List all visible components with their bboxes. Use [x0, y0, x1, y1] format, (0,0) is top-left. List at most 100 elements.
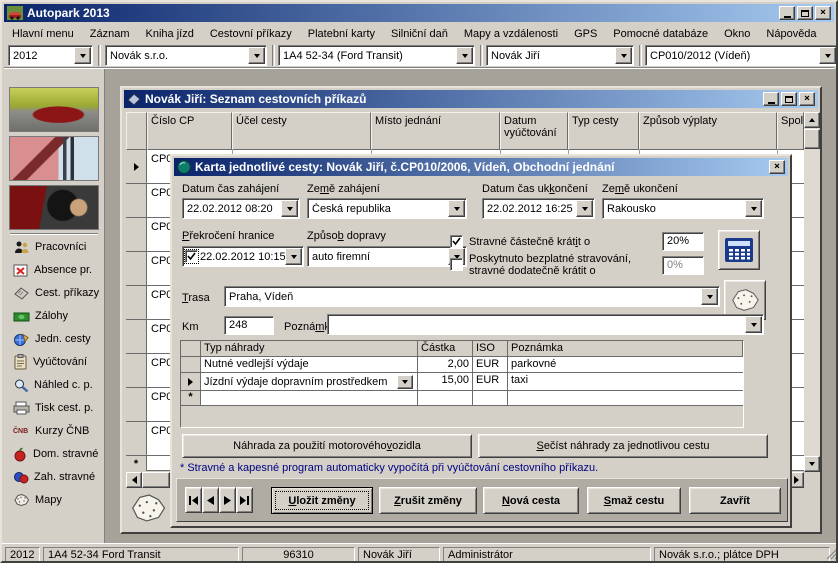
comp-header-poznamka[interactable]: Poznámka [508, 341, 743, 357]
resize-grip[interactable] [826, 548, 838, 563]
sidebar-item-cest-prikazy[interactable]: Cest. příkazy [13, 283, 99, 303]
sidebar-item-pracovnici[interactable]: Pracovníci [13, 237, 86, 257]
dialog-close-button[interactable]: × [769, 160, 785, 174]
sidebar-item-nahled[interactable]: Náhled c. p. [13, 375, 93, 395]
comp-header-castka[interactable]: Částka [418, 341, 473, 357]
minimize-button[interactable] [779, 6, 795, 20]
menu-item-zaznam[interactable]: Záznam [82, 26, 138, 42]
list-close-button[interactable]: × [799, 92, 815, 106]
menu-item-pomocne-databaze[interactable]: Pomocné databáze [605, 26, 716, 42]
free-meal-checkbox[interactable] [450, 258, 463, 271]
comp-header-typ[interactable]: Typ náhrady [201, 341, 418, 357]
menu-item-napoveda[interactable]: Nápověda [758, 26, 824, 42]
column-header-misto-jednani[interactable]: Místo jednání [371, 112, 500, 150]
menu-item-cestovni-prikazy[interactable]: Cestovní příkazy [202, 26, 300, 42]
start-datetime-combo[interactable]: 22.02.2012 08:20 [182, 198, 300, 219]
dropdown-arrow-icon[interactable] [745, 316, 762, 333]
menu-item-okno[interactable]: Okno [716, 26, 758, 42]
nav-next-button[interactable] [219, 487, 236, 513]
year-combo[interactable]: 2012 [8, 45, 93, 66]
trip-combo[interactable]: CP010/2012 (Vídeň) [645, 45, 838, 66]
dropdown-arrow-icon[interactable] [397, 375, 413, 389]
column-header-typ-cesty[interactable]: Typ cesty [568, 112, 639, 150]
border-crossing-checkbox[interactable] [185, 250, 198, 263]
new-trip-button[interactable]: Nová cesta [483, 487, 579, 514]
company-combo[interactable]: Novák s.r.o. [105, 45, 267, 66]
scroll-left-icon[interactable] [126, 472, 142, 488]
transport-combo[interactable]: auto firemní [307, 246, 467, 267]
comp-row[interactable]: Nutné vedlejší výdaje 2,00 EUR parkovné [181, 357, 743, 373]
sum-compensation-button[interactable]: Sečíst náhrady za jednotlivou cestu [478, 434, 768, 458]
cancel-changes-button[interactable]: Zrušit změny [379, 487, 477, 514]
save-changes-button[interactable]: Uložit změny [271, 487, 373, 514]
free-meal-percent-field[interactable]: 0% [662, 256, 704, 275]
calculator-button[interactable] [718, 230, 760, 270]
scroll-down-icon[interactable] [804, 456, 820, 472]
dropdown-arrow-icon[interactable] [74, 47, 91, 64]
menu-item-silnicni-dan[interactable]: Silniční daň [383, 26, 456, 42]
comp-header-iso[interactable]: ISO [473, 341, 508, 357]
dropdown-arrow-icon[interactable] [615, 47, 632, 64]
dropdown-arrow-icon[interactable] [285, 248, 302, 265]
list-vertical-scrollbar[interactable] [804, 112, 820, 472]
vehicle-combo[interactable]: 1A4 52-34 (Ford Transit) [278, 45, 475, 66]
column-header-zpusob-vyplaty[interactable]: Způsob výplaty [639, 112, 777, 150]
menu-item-gps[interactable]: GPS [566, 26, 605, 42]
vehicle-compensation-button[interactable]: Náhrada za použití motorového vozidla [182, 434, 472, 458]
menu-item-mapy-a-vzdalenosti[interactable]: Mapy a vzdálenosti [456, 26, 566, 42]
dropdown-arrow-icon[interactable] [576, 200, 593, 217]
close-button[interactable]: × [815, 6, 831, 20]
menu-item-platebni-karty[interactable]: Platební karty [300, 26, 383, 42]
dropdown-arrow-icon[interactable] [456, 47, 473, 64]
column-header-ucel-cesty[interactable]: Účel cesty [232, 112, 371, 150]
nav-prev-button[interactable] [202, 487, 219, 513]
meal-reduce-checkbox[interactable] [450, 235, 463, 248]
dropdown-arrow-icon[interactable] [745, 200, 762, 217]
end-country-combo[interactable]: Rakousko [602, 198, 764, 219]
delete-trip-button[interactable]: Smaž cestu [587, 487, 681, 514]
dropdown-arrow-icon[interactable] [281, 200, 298, 217]
scrollbar-thumb[interactable] [142, 472, 170, 488]
route-combo[interactable]: Praha, Vídeň [224, 286, 720, 307]
column-header-spolucestujici[interactable]: Spoluc [777, 112, 804, 150]
maximize-button[interactable] [797, 6, 813, 20]
note-combo[interactable] [327, 314, 764, 335]
end-datetime-combo[interactable]: 22.02.2012 16:25 [482, 198, 595, 219]
nav-first-button[interactable] [185, 487, 202, 513]
person-combo[interactable]: Novák Jiří [486, 45, 634, 66]
column-header-cislo-cp[interactable]: Číslo CP [147, 112, 232, 150]
main-titlebar[interactable]: Autopark 2013 × [4, 4, 834, 22]
sidebar-item-dom-stravne[interactable]: Dom. stravné [13, 444, 98, 464]
border-crossing-combo[interactable]: 22.02.2012 10:15 [182, 246, 304, 267]
sidebar-item-zah-stravne[interactable]: Zah. stravné [13, 467, 95, 487]
menu-item-hlavni-menu[interactable]: Hlavní menu [4, 26, 82, 42]
sidebar-item-tisk[interactable]: Tisk cest. p. [13, 398, 93, 418]
list-maximize-button[interactable] [781, 92, 797, 106]
cnb-icon: ČNB [13, 428, 30, 435]
list-window-titlebar[interactable]: Novák Jiří: Seznam cestovních příkazů × [124, 90, 818, 108]
list-minimize-button[interactable] [763, 92, 779, 106]
comp-row-current[interactable]: Jízdní výdaje dopravním prostředkem 15,0… [181, 373, 743, 391]
sidebar-item-jedn-cesty[interactable]: Jedn. cesty [13, 329, 91, 349]
sidebar-item-zalohy[interactable]: Zálohy [13, 306, 68, 326]
scroll-up-icon[interactable] [804, 112, 820, 128]
nav-last-button[interactable] [236, 487, 253, 513]
sidebar-item-mapy[interactable]: Mapy [13, 490, 62, 510]
scrollbar-thumb[interactable] [804, 129, 820, 149]
dropdown-arrow-icon[interactable] [448, 200, 465, 217]
dropdown-arrow-icon[interactable] [819, 47, 836, 64]
sidebar-item-kurzy-cnb[interactable]: ČNB Kurzy ČNB [13, 421, 89, 441]
dropdown-arrow-icon[interactable] [248, 47, 265, 64]
menu-item-kniha-jizd[interactable]: Kniha jízd [138, 26, 202, 42]
route-label: Trasa [182, 292, 210, 304]
sidebar-item-absence[interactable]: Absence pr. [13, 260, 92, 280]
column-header-datum-vyuctovani[interactable]: Datum vyúčtování [500, 112, 568, 150]
comp-new-row[interactable]: * [181, 391, 743, 406]
km-field[interactable]: 248 [224, 316, 274, 335]
meal-reduce-percent-field[interactable]: 20% [662, 232, 704, 251]
start-country-combo[interactable]: Česká republika [307, 198, 467, 219]
dropdown-arrow-icon[interactable] [701, 288, 718, 305]
close-dialog-button[interactable]: Zavřít [689, 487, 781, 514]
sidebar-item-vyuctovani[interactable]: Vyúčtování [13, 352, 87, 372]
dialog-titlebar[interactable]: Karta jednotlivé cesty: Novák Jiří, č.CP… [174, 158, 788, 176]
